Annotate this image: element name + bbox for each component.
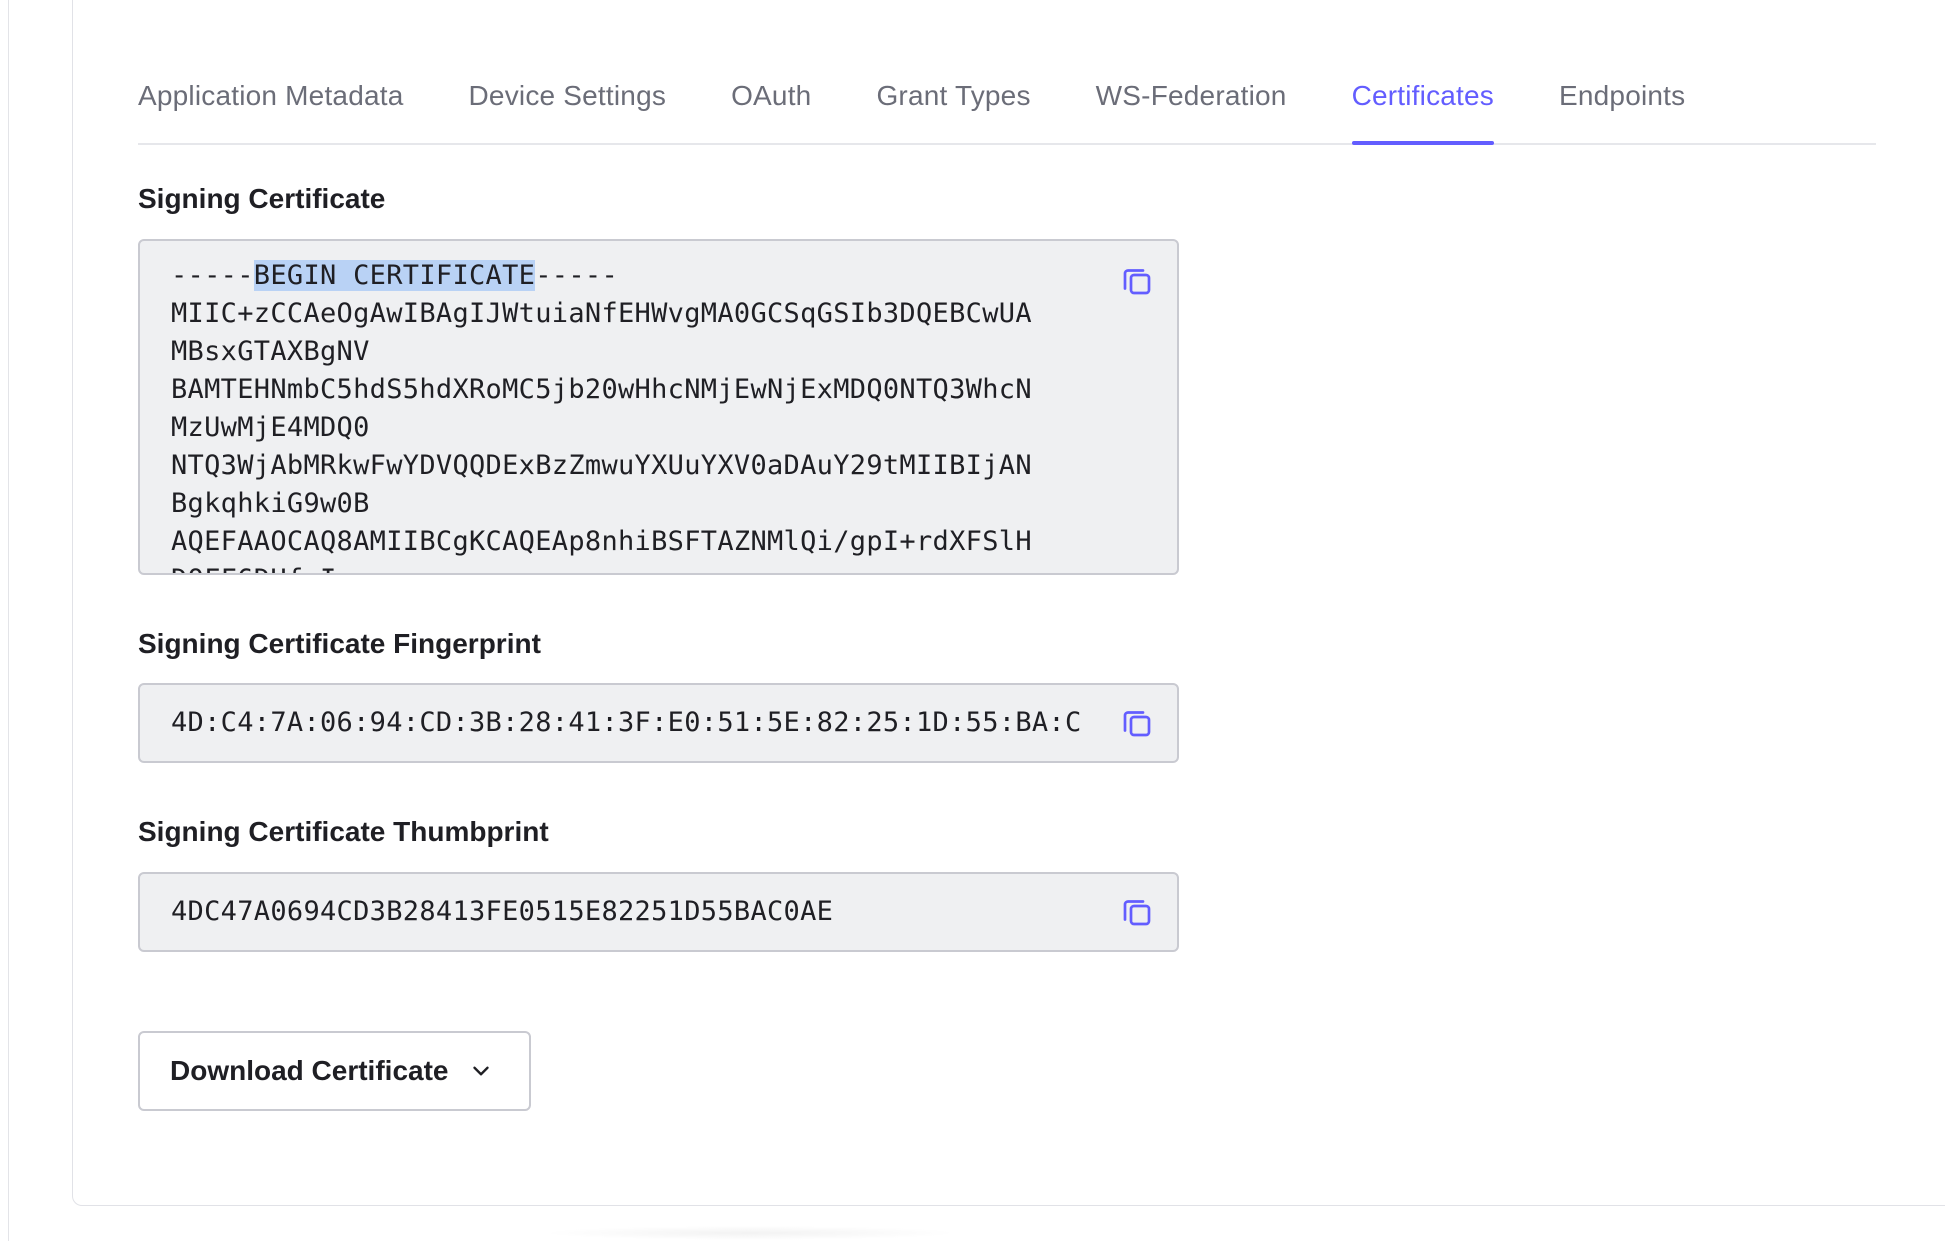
settings-panel <box>72 0 1945 1206</box>
thumbprint-value[interactable]: 4DC47A0694CD3B28413FE0515E82251D55BAC0AE <box>171 874 1081 950</box>
signing-certificate-label: Signing Certificate <box>138 183 386 214</box>
tab-oauth[interactable]: OAuth <box>731 60 811 143</box>
copy-thumbprint-button[interactable] <box>1119 894 1155 930</box>
fingerprint-value[interactable]: 4D:C4:7A:06:94:CD:3B:28:41:3F:E0:51:5E:8… <box>171 685 1081 761</box>
fingerprint-field[interactable]: 4D:C4:7A:06:94:CD:3B:28:41:3F:E0:51:5E:8… <box>138 683 1179 763</box>
tab-grant-types[interactable]: Grant Types <box>876 60 1030 143</box>
certificate-prefix: ----- <box>171 260 254 291</box>
certificate-line: DOFF6DHfnIgg <box>171 564 370 573</box>
thumbprint-label: Signing Certificate Thumbprint <box>138 816 549 847</box>
certificate-suffix: ----- <box>535 260 619 291</box>
page-edge-divider <box>8 0 9 1241</box>
chevron-down-icon <box>468 1058 494 1084</box>
download-certificate-label: Download Certificate <box>170 1055 449 1086</box>
certificate-line: BgkqhkiG9w0B <box>171 488 370 519</box>
copy-icon <box>1123 269 1151 295</box>
tab-endpoints[interactable]: Endpoints <box>1559 60 1685 143</box>
copy-icon <box>1123 711 1151 737</box>
copy-certificate-button[interactable] <box>1119 263 1155 299</box>
certificate-line: AQEFAAOCAQ8AMIIBCgKCAQEAp8nhiBSFTAZNMlQi… <box>171 526 1032 557</box>
certificate-line: MIIC+zCCAeOgAwIBAgIJWtuiaNfEHWvgMA0GCSqG… <box>171 298 1032 329</box>
certificate-line: BAMTEHNmbC5hdS5hdXRoMC5jb20wHhcNMjEwNjEx… <box>171 374 1032 405</box>
fingerprint-label: Signing Certificate Fingerprint <box>138 628 541 659</box>
certificate-line: NTQ3WjAbMRkwFwYDVQQDExBzZmwuYXUuYXV0aDAu… <box>171 450 1032 481</box>
tab-device-settings[interactable]: Device Settings <box>469 60 667 143</box>
certificate-line: MBsxGTAXBgNV <box>171 336 370 367</box>
tab-application-metadata[interactable]: Application Metadata <box>138 60 404 143</box>
copy-fingerprint-button[interactable] <box>1119 705 1155 741</box>
signing-certificate-text[interactable]: -----BEGIN CERTIFICATE----- MIIC+zCCAeOg… <box>171 257 1081 573</box>
certificate-selected-text: BEGIN CERTIFICATE <box>253 260 536 291</box>
bottom-shadow <box>540 1226 960 1240</box>
copy-icon <box>1123 900 1151 926</box>
certificate-line: MzUwMjE4MDQ0 <box>171 412 370 443</box>
signing-certificate-field[interactable]: -----BEGIN CERTIFICATE----- MIIC+zCCAeOg… <box>138 239 1179 575</box>
tab-certificates[interactable]: Certificates <box>1351 60 1495 145</box>
settings-tabs: Application Metadata Device Settings OAu… <box>138 60 1876 145</box>
thumbprint-field[interactable]: 4DC47A0694CD3B28413FE0515E82251D55BAC0AE <box>138 872 1179 952</box>
download-certificate-button[interactable]: Download Certificate <box>138 1031 531 1111</box>
tab-ws-federation[interactable]: WS-Federation <box>1096 60 1287 143</box>
